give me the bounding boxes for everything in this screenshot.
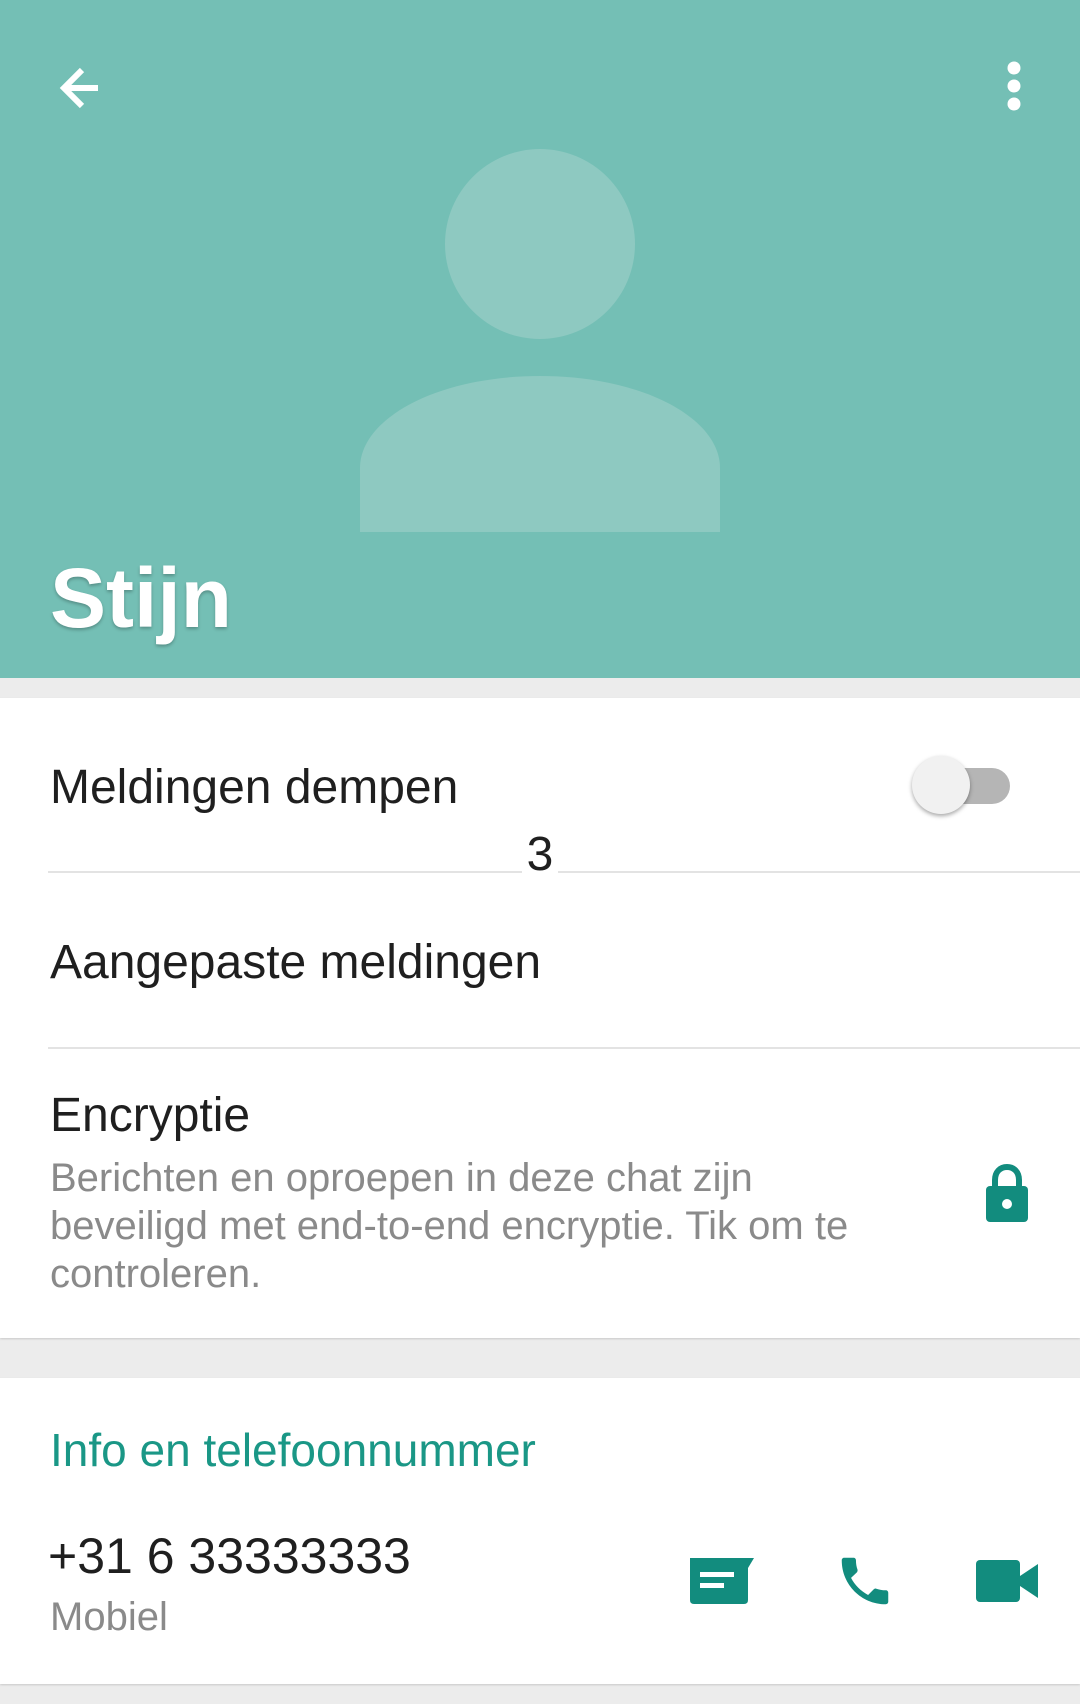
contact-avatar[interactable] bbox=[358, 148, 722, 532]
video-call-button[interactable] bbox=[976, 1560, 1040, 1602]
back-button[interactable] bbox=[50, 54, 118, 122]
arrow-back-icon bbox=[59, 67, 98, 109]
call-icon bbox=[841, 1557, 889, 1605]
custom-notifications-item[interactable]: Aangepaste meldingen bbox=[50, 935, 541, 991]
encryption-lock-button[interactable] bbox=[984, 1162, 1030, 1224]
contact-name: Stijn bbox=[50, 551, 232, 645]
message-icon bbox=[690, 1558, 754, 1604]
more-options-button[interactable] bbox=[990, 54, 1038, 122]
info-section-title: Info en telefoonnummer bbox=[50, 1424, 536, 1476]
divider bbox=[48, 1047, 1080, 1049]
encryption-description[interactable]: Berichten en oproepen in deze chat zijn … bbox=[50, 1154, 910, 1298]
mute-notifications-toggle[interactable] bbox=[912, 756, 1012, 816]
message-button[interactable] bbox=[686, 1554, 756, 1606]
more-vert-icon bbox=[1007, 61, 1021, 111]
default-avatar-icon bbox=[360, 149, 720, 532]
contact-header: Stijn bbox=[0, 0, 1080, 678]
encryption-title[interactable]: Encryptie bbox=[50, 1088, 250, 1144]
phone-type-label: Mobiel bbox=[50, 1595, 168, 1639]
call-button[interactable] bbox=[834, 1550, 896, 1612]
video-call-icon bbox=[976, 1560, 1038, 1602]
phone-number[interactable]: +31 6 33333333 bbox=[48, 1526, 411, 1586]
mute-notifications-label[interactable]: Meldingen dempen bbox=[50, 760, 458, 816]
divider bbox=[48, 871, 1080, 873]
toggle-thumb bbox=[912, 756, 970, 814]
count-badge: 3 bbox=[522, 826, 558, 884]
lock-icon bbox=[986, 1163, 1028, 1222]
